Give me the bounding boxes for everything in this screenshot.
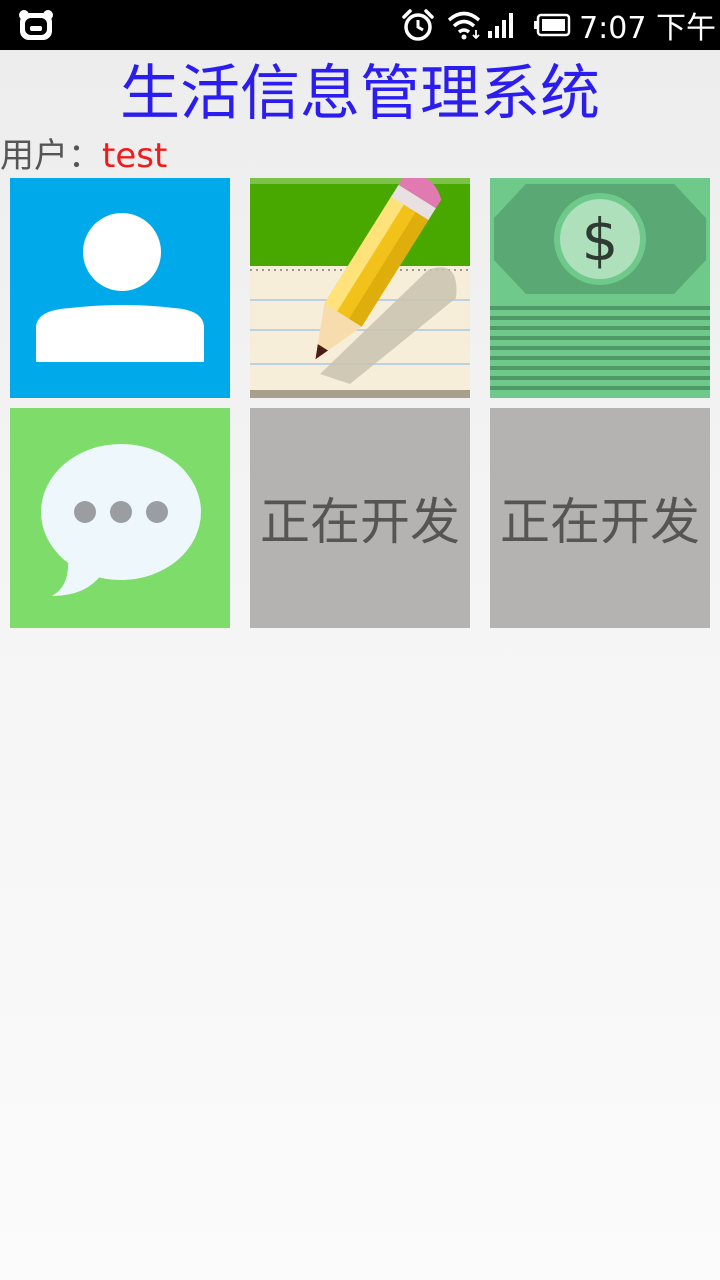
user-label: 用户： (0, 136, 102, 176)
signal-bars-icon (487, 9, 517, 41)
person-icon (36, 213, 204, 362)
dev-tile-label: 正在开发 (260, 493, 460, 551)
battery-icon (533, 9, 571, 41)
alarm-clock-icon (401, 9, 435, 41)
contacts-tile[interactable] (10, 178, 230, 398)
dev-tile-label: 正在开发 (500, 493, 700, 551)
chat-bubble-icon (41, 444, 201, 596)
clock-time: 7:07 下午 (579, 11, 716, 46)
notes-tile[interactable] (250, 178, 470, 398)
pencil-notepad-icon (250, 178, 470, 398)
dev-tile-2[interactable]: 正在开发 (490, 408, 710, 628)
messages-tile[interactable] (10, 408, 230, 628)
wifi-icon (447, 9, 481, 41)
dev-tile-1[interactable]: 正在开发 (250, 408, 470, 628)
user-name: test (102, 136, 168, 176)
bear-face-icon (19, 10, 53, 40)
user-info: 用户：test (0, 136, 167, 176)
finance-tile[interactable]: $ (490, 178, 710, 398)
svg-text:$: $ (582, 206, 619, 274)
page-title: 生活信息管理系统 (120, 59, 600, 129)
dollar-bill-icon: $ (490, 178, 710, 398)
status-bar: 7:07 下午 (0, 0, 720, 50)
